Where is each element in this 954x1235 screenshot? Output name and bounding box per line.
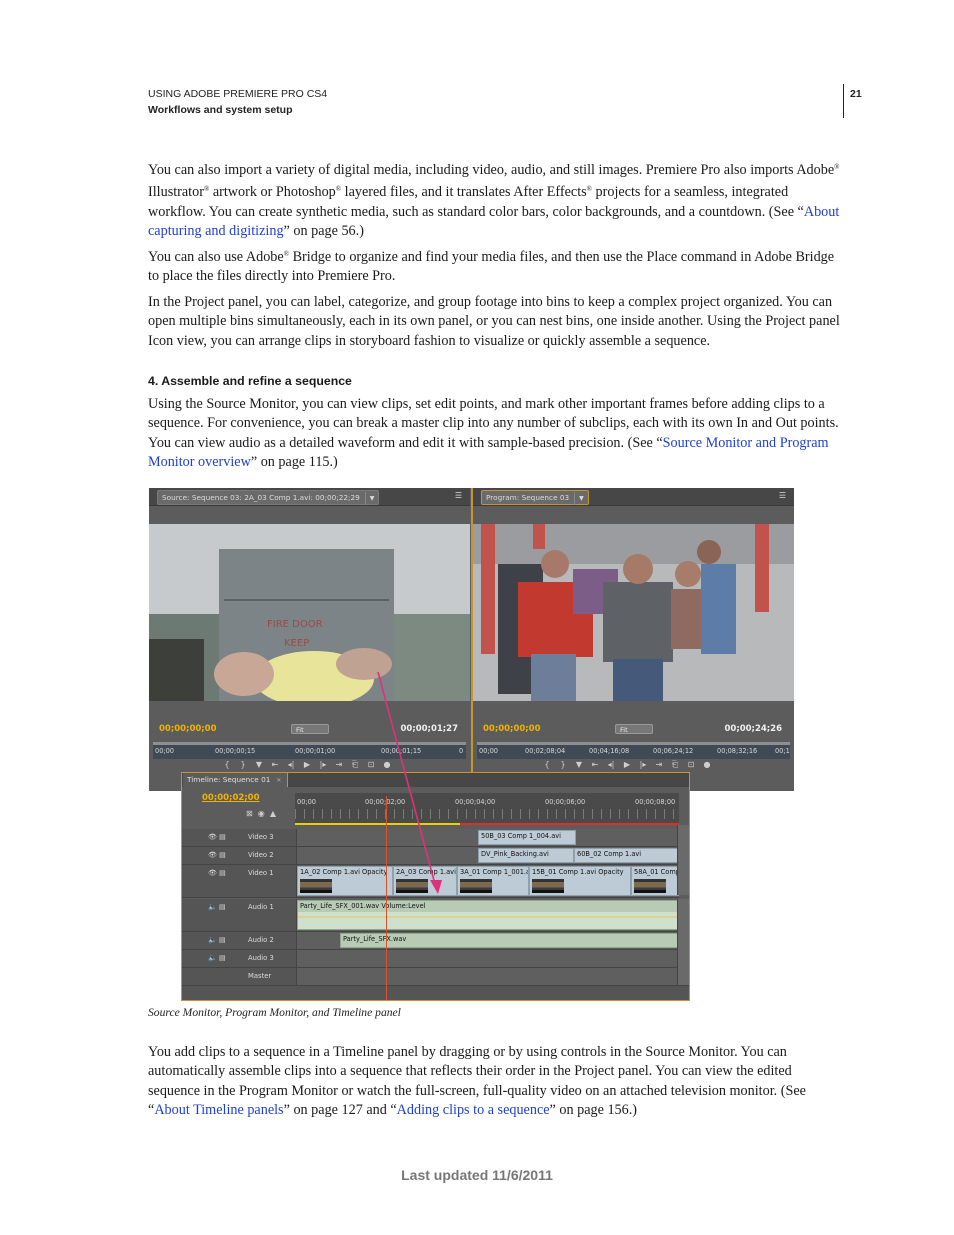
toggle-output-icon[interactable]: 👁 ▤ xyxy=(208,833,226,841)
group-walking-frame xyxy=(473,524,794,701)
program-duration: 00;00;24;26 xyxy=(724,724,782,734)
marker-icon[interactable]: ◉ xyxy=(258,809,265,818)
source-zoom-select[interactable]: Fit xyxy=(291,724,329,734)
overlay-icon[interactable]: ⊡ xyxy=(363,760,379,769)
timeline-horizontal-scrollbar[interactable] xyxy=(182,985,689,1000)
keep-text: KEEP xyxy=(284,638,309,649)
toggle-audio-icon[interactable]: 🔈 ▤ xyxy=(208,903,226,911)
timeline-tab[interactable]: Timeline: Sequence 01 ✕ xyxy=(183,773,289,787)
toggle-audio-icon[interactable]: 🔈 ▤ xyxy=(208,954,226,962)
timeline-playhead[interactable] xyxy=(386,796,387,1000)
section-title: Workflows and system setup xyxy=(148,104,293,116)
track-video-2: 👁 ▤ Video 2 DV_Pink_Backing.avi 60B_02 Co… xyxy=(182,847,679,865)
play-icon[interactable]: ▶ xyxy=(619,760,635,769)
close-icon[interactable]: ✕ xyxy=(276,777,281,784)
video-tracks-scrollbar[interactable] xyxy=(677,825,689,895)
track-video-3: 👁 ▤ Video 3 50B_03 Comp 1_004.avi xyxy=(182,829,679,847)
timeline-clip[interactable]: Party_Life_SFX.wav xyxy=(340,933,679,948)
premiere-screenshot: Source: Sequence 03: 2A_03 Comp 1.avi: 0… xyxy=(149,488,794,791)
program-time-ruler[interactable]: 00;00 00;02;08;04 00;04;16;08 00;06;24;1… xyxy=(477,742,790,759)
source-video-frame: FIRE DOOR KEEP xyxy=(149,524,470,701)
step-forward-icon[interactable]: |▸ xyxy=(315,760,331,769)
panel-menu-icon[interactable]: ☰ xyxy=(779,491,786,500)
source-monitor-panel: Source: Sequence 03: 2A_03 Comp 1.avi: 0… xyxy=(149,488,470,791)
step-forward-icon[interactable]: |▸ xyxy=(635,760,651,769)
dropdown-icon[interactable]: ▼ xyxy=(574,492,584,505)
toggle-audio-icon[interactable]: 🔈 ▤ xyxy=(208,936,226,944)
track-audio-3: 🔈 ▤ Audio 3 xyxy=(182,950,679,968)
track-video-1: 👁 ▤ Video 1 1A_02 Comp 1.avi Opacity 2A_0… xyxy=(182,865,679,898)
paragraph-timeline: You add clips to a sequence in a Timelin… xyxy=(148,1044,806,1119)
source-duration: 00;00;01;27 xyxy=(400,724,458,734)
mark-in-icon[interactable]: { xyxy=(539,760,555,769)
timeline-current-time[interactable]: 00;00;02;00 xyxy=(202,793,260,803)
timeline-clip[interactable]: 60B_02 Comp 1.avi xyxy=(574,848,679,863)
fire-door-frame: FIRE DOOR KEEP xyxy=(149,524,470,701)
timeline-panel: Timeline: Sequence 01 ✕ 00;00;02;00 ⊠ ◉ ▲… xyxy=(181,772,690,1001)
mark-in-icon[interactable]: { xyxy=(219,760,235,769)
paragraph-bridge: You can also use Adobe® Bridge to organi… xyxy=(148,249,835,285)
fire-door-text: FIRE DOOR xyxy=(267,619,323,630)
track-master: Master xyxy=(182,968,679,986)
document-title: USING ADOBE PREMIERE PRO CS4 xyxy=(148,88,328,100)
mark-out-icon[interactable]: } xyxy=(235,760,251,769)
step-back-icon[interactable]: ◂| xyxy=(283,760,299,769)
timeline-clip[interactable]: Party_Life_SFX_001.wav Volume:Level xyxy=(297,900,679,930)
page-number: 21 xyxy=(850,88,862,100)
program-video-frame xyxy=(473,524,794,701)
paragraph-source-monitor: Using the Source Monitor, you can view c… xyxy=(148,396,839,471)
snap-icon[interactable]: ⊠ xyxy=(246,809,253,818)
mark-out-icon[interactable]: } xyxy=(555,760,571,769)
source-time-ruler[interactable]: 00;00 00;00;00;15 00;00;01;00 00;00;01;1… xyxy=(153,742,466,759)
audio-tracks-scrollbar[interactable] xyxy=(677,899,689,985)
toggle-output-icon[interactable]: 👁 ▤ xyxy=(208,869,226,877)
timeline-clip[interactable]: DV_Pink_Backing.avi xyxy=(478,848,574,863)
paragraph-project-panel: In the Project panel, you can label, cat… xyxy=(148,294,840,349)
track-audio-1: 🔈 ▤ Audio 1 Party_Life_SFX_001.wav Volume… xyxy=(182,899,679,932)
timeline-tool-icons: ⊠ ◉ ▲ xyxy=(246,809,276,818)
set-marker-icon[interactable]: ▲ xyxy=(270,809,276,818)
go-to-out-icon[interactable]: ⇥ xyxy=(331,760,347,769)
dropdown-icon[interactable]: ▼ xyxy=(364,492,374,505)
track-audio-2: 🔈 ▤ Audio 2 Party_Life_SFX.wav xyxy=(182,932,679,950)
figure-caption: Source Monitor, Program Monitor, and Tim… xyxy=(148,1006,401,1019)
paragraph-import-media: You can also import a variety of digital… xyxy=(148,162,840,240)
timeline-clip[interactable]: 58A_01 Comp xyxy=(631,866,679,896)
step-back-icon[interactable]: ◂| xyxy=(603,760,619,769)
work-area-bar[interactable] xyxy=(295,823,460,825)
header-divider xyxy=(843,84,844,118)
play-icon[interactable]: ▶ xyxy=(299,760,315,769)
set-marker-icon[interactable]: ▼ xyxy=(571,760,587,769)
timeline-clip[interactable]: 50B_03 Comp 1_004.avi xyxy=(478,830,576,845)
program-monitor-panel: Program: Sequence 03 ▼ ☰ 00;00;00;00 Fit… xyxy=(471,488,794,791)
output-icon[interactable]: ● xyxy=(379,760,395,769)
timeline-time-ruler[interactable]: 00;00 00;00;02;00 00;00;04;00 00;00;06;0… xyxy=(295,793,679,823)
link-adding-clips[interactable]: Adding clips to a sequence xyxy=(397,1102,550,1118)
render-bar xyxy=(460,823,679,825)
source-monitor-tab[interactable]: Source: Sequence 03: 2A_03 Comp 1.avi: 0… xyxy=(157,490,380,505)
panel-menu-icon[interactable]: ☰ xyxy=(455,491,462,500)
toggle-output-icon[interactable]: 👁 ▤ xyxy=(208,851,226,859)
set-marker-icon[interactable]: ▼ xyxy=(251,760,267,769)
extract-icon[interactable]: ⊡ xyxy=(683,760,699,769)
link-about-timeline-panels[interactable]: About Timeline panels xyxy=(154,1102,283,1118)
go-to-out-icon[interactable]: ⇥ xyxy=(651,760,667,769)
output-icon[interactable]: ● xyxy=(699,760,715,769)
timeline-clip[interactable]: 3A_01 Comp 1_001.avi xyxy=(457,866,529,896)
timeline-clip[interactable]: 1A_02 Comp 1.avi Opacity xyxy=(297,866,393,896)
go-to-in-icon[interactable]: ⇤ xyxy=(587,760,603,769)
timeline-clip[interactable]: 2A_03 Comp 1.avi xyxy=(393,866,457,896)
lift-icon[interactable]: ⎗ xyxy=(667,760,683,770)
timeline-clip[interactable]: 15B_01 Comp 1.avi Opacity xyxy=(529,866,631,896)
program-current-time[interactable]: 00;00;00;00 xyxy=(483,724,541,734)
go-to-in-icon[interactable]: ⇤ xyxy=(267,760,283,769)
program-monitor-tab[interactable]: Program: Sequence 03 ▼ xyxy=(481,490,589,505)
last-updated: Last updated 11/6/2011 xyxy=(401,1167,553,1183)
insert-icon[interactable]: ⎗ xyxy=(347,760,363,770)
source-current-time[interactable]: 00;00;00;00 xyxy=(159,724,217,734)
step-heading: 4. Assemble and refine a sequence xyxy=(148,374,352,388)
program-zoom-select[interactable]: Fit xyxy=(615,724,653,734)
